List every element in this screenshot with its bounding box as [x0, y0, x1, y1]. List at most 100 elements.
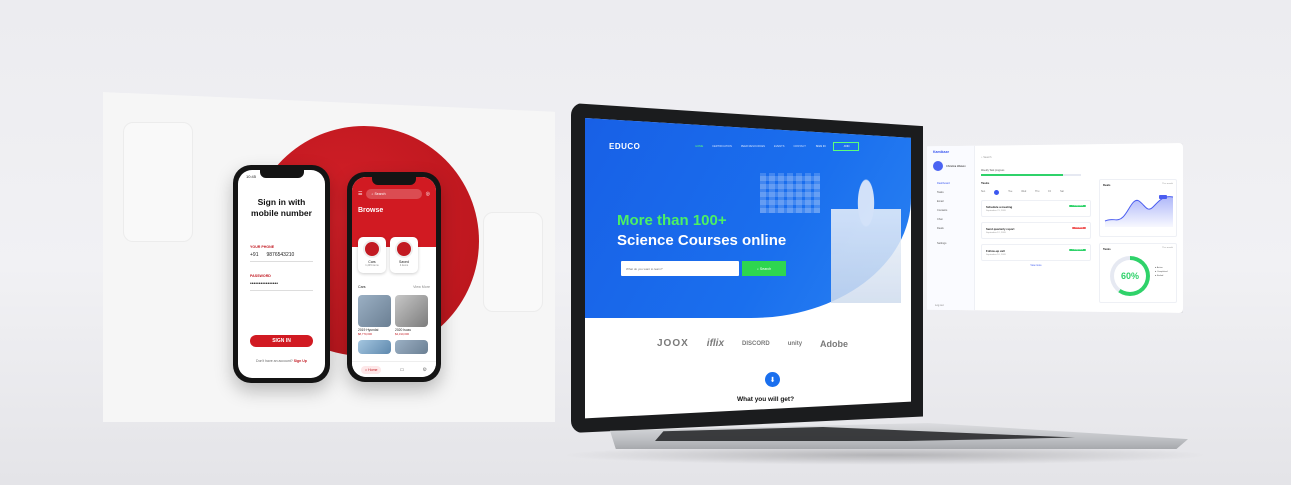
category-sub: 1,245 items [365, 264, 379, 267]
tasks-panel-title: Tasks This month [1103, 247, 1173, 251]
sidebar-item-tasks[interactable]: Tasks [927, 188, 974, 197]
progress-fill [981, 174, 1063, 176]
category-list: Cars 1,245 items Saved 4 items [358, 237, 418, 273]
week-day[interactable]: Sat [1060, 190, 1064, 195]
signup-note: Don't have an account? Sign Up [238, 359, 325, 363]
dashboard-user[interactable]: Christina Watson [927, 161, 974, 171]
signin-button[interactable]: SIGN IN [250, 335, 313, 347]
tasks-panel-label: Tasks [1103, 247, 1111, 251]
week-day-today[interactable] [994, 190, 1000, 195]
menu-item-home[interactable]: HOME [695, 145, 703, 148]
password-field[interactable]: •••••••••••••••• [250, 281, 313, 291]
signin-title: Sign in with mobile number [251, 197, 312, 218]
legend-label: Completed [1156, 271, 1168, 273]
phone-label: YOUR PHONE [250, 245, 275, 249]
nav-home-tab[interactable]: ⌂ Home [361, 365, 382, 374]
mobile-app-card: 10:45 Sign in with mobile number YOUR PH… [103, 92, 555, 422]
car-photo [395, 295, 428, 327]
deals-period[interactable]: This month [1162, 183, 1173, 185]
sidebar-item-contacts[interactable]: Contacts [927, 206, 974, 215]
legend-item: ● Ended [1155, 275, 1164, 277]
donut-value: 60% [1120, 271, 1139, 281]
car-grid: 2019 Hyundai $8,770,000 2020 Isuzu $4,31… [358, 295, 428, 354]
car-card[interactable]: 2019 Hyundai $8,770,000 [358, 295, 391, 336]
password-value: •••••••••••••••• [250, 281, 279, 287]
donut-legend: ● Active ● Completed ● Ended [1155, 266, 1168, 278]
category-card[interactable]: Cars 1,245 items [358, 237, 386, 273]
partner-logo-unity: unity [787, 340, 803, 347]
signin-phone: 10:45 Sign in with mobile number YOUR PH… [233, 165, 330, 383]
partner-logos: JOOX iflix DISCORD unity Adobe [657, 338, 848, 349]
car-price: $4,310,000 [395, 332, 409, 336]
chat-icon[interactable]: ▭ [400, 367, 405, 373]
menu-icon[interactable]: ☰ [358, 191, 362, 197]
sidebar-item-settings[interactable]: Settings [927, 239, 974, 248]
educo-navbar: EDUCO HOME CERTIFICATION PEER RESOURCES … [609, 142, 901, 151]
laptop-camera [747, 108, 750, 111]
dashboard-search[interactable]: ⌕ Search [981, 156, 991, 159]
task-item[interactable]: Completed Schedule a meeting September 2… [981, 200, 1091, 217]
course-search-row: ⌕ Search [621, 261, 786, 276]
join-button[interactable]: JOIN [833, 142, 860, 151]
menu-item-contact[interactable]: CONTACT [793, 145, 805, 148]
week-day[interactable]: Tue [1008, 190, 1012, 195]
task-badge: Pending [1071, 227, 1086, 229]
course-search-button[interactable]: ⌕ Search [742, 261, 786, 276]
profile-icon[interactable]: ◎ [426, 191, 430, 197]
laptop-screen: EDUCO HOME CERTIFICATION PEER RESOURCES … [585, 118, 911, 419]
deals-tooltip [1159, 195, 1167, 199]
task-badge: Completed [1069, 205, 1086, 207]
sign-in-link[interactable]: SIGN IN [816, 145, 826, 148]
tasks-heading: Tasks [981, 181, 990, 185]
deals-panel: Deals This month [1099, 179, 1177, 237]
dashboard-logo[interactable]: Kamikaze [927, 143, 974, 161]
sidebar-item-chat[interactable]: Chat [927, 215, 974, 224]
sidebar-item-deals[interactable]: Deals [927, 224, 974, 233]
settings-icon[interactable]: ⚙ [422, 367, 426, 373]
partner-logo-iflix: iflix [706, 338, 725, 349]
week-day[interactable]: Sun [981, 190, 985, 195]
section-title: What you will get? [737, 396, 795, 403]
menu-item-events[interactable]: EVENTS [774, 145, 784, 148]
sidebar-item-email[interactable]: Email [927, 197, 974, 206]
menu-item-peer-resources[interactable]: PEER RESOURCES [741, 145, 765, 148]
view-more-link[interactable]: View More [413, 285, 430, 289]
educo-logo[interactable]: EDUCO [609, 142, 640, 151]
week-day[interactable]: Wed [1021, 190, 1026, 195]
browse-search-input[interactable]: ⌕ Search [366, 189, 422, 199]
dashboard-main: Weekly Task progress Tasks Sun Tue Wed T… [981, 169, 1091, 307]
signup-link[interactable]: Sign Up [294, 359, 307, 363]
category-sub: 4 items [399, 264, 409, 267]
search-icon: ⌕ [371, 192, 374, 196]
phone-notch [372, 177, 416, 185]
week-day[interactable]: Thu [1035, 190, 1039, 195]
phone-field[interactable]: +91 9876543210 [250, 252, 313, 262]
dashboard-card: Kamikaze Christina Watson Dashboard Task… [927, 143, 1183, 313]
task-badge: Completed [1069, 249, 1086, 251]
avatar [933, 161, 943, 171]
view-more-button[interactable]: View more [981, 264, 1091, 267]
menu-item-certification[interactable]: CERTIFICATION [712, 145, 732, 148]
category-card[interactable]: Saved 4 items [390, 237, 418, 273]
user-name: Christina Watson [946, 164, 966, 168]
cars-section-title: Cars [358, 285, 366, 289]
browse-phone: ☰ ⌕ Search ◎ Browse Cars 1,245 items Sav… [347, 172, 441, 382]
saved-category-icon [395, 240, 413, 258]
progress-label: Weekly Task progress [981, 169, 1005, 172]
logout-link[interactable]: Log out [935, 304, 944, 307]
task-item[interactable]: Pending Send quarterly report September … [981, 222, 1091, 239]
dashboard-sidebar: Kamikaze Christina Watson Dashboard Task… [927, 143, 975, 313]
showcase-stage: 10:45 Sign in with mobile number YOUR PH… [0, 0, 1291, 485]
educo-menu: HOME CERTIFICATION PEER RESOURCES EVENTS… [695, 145, 805, 148]
password-label: PASSWORD [250, 274, 271, 278]
course-search-input[interactable] [621, 261, 739, 276]
car-photo [395, 340, 428, 354]
tasks-panel-period[interactable]: This month [1162, 247, 1173, 249]
sidebar-item-dashboard[interactable]: Dashboard [927, 179, 974, 188]
educo-hero: EDUCO HOME CERTIFICATION PEER RESOURCES … [585, 118, 911, 318]
week-day[interactable]: Fri [1048, 190, 1051, 195]
country-code: +91 [250, 252, 259, 258]
sticky-notes-wall [760, 173, 820, 213]
car-card[interactable]: 2020 Isuzu $4,310,000 [395, 295, 428, 336]
task-item[interactable]: Completed Follow-up call September 10, 2… [981, 244, 1091, 261]
